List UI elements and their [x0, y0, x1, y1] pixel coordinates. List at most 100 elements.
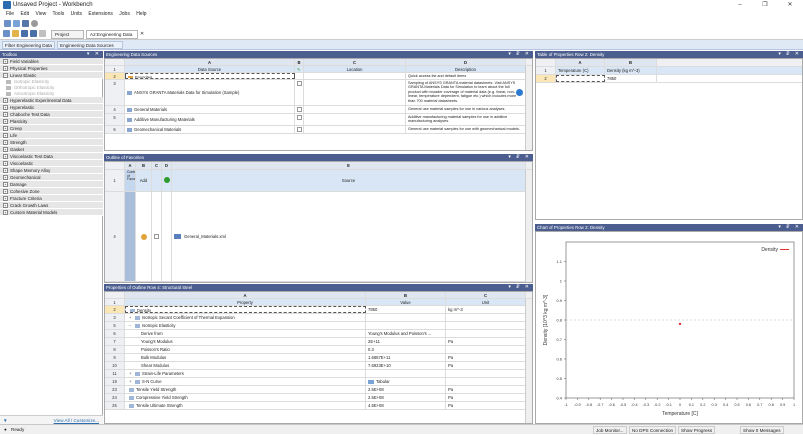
expand-icon[interactable]: +: [3, 175, 8, 180]
expand-icon[interactable]: +: [3, 140, 8, 145]
menu-help[interactable]: Help: [136, 11, 146, 17]
show-progress-button[interactable]: Show Progress: [678, 426, 716, 434]
toolbox-group[interactable]: + Viscoelastic: [0, 160, 103, 167]
checkbox[interactable]: [297, 115, 302, 121]
property-row[interactable]: 2 Density 7850 kg m^-3: [105, 306, 532, 314]
toolbox-group[interactable]: + Field Variables: [0, 58, 103, 65]
favorites-item-row[interactable]: 4 General_Materials.xml: [105, 192, 532, 282]
expand-icon[interactable]: +: [3, 168, 8, 173]
property-value-cell[interactable]: [366, 322, 446, 329]
expand-icon[interactable]: +: [3, 161, 8, 166]
toolbox-group[interactable]: + Geomechanical: [0, 174, 103, 181]
sources-row[interactable]: 2 Favorites Quick access list and default …: [105, 73, 532, 80]
panel-pin-icon[interactable]: ▾ ₽ ✕: [508, 51, 531, 58]
filter-engineering-data-button[interactable]: Filter Engineering Data: [2, 41, 55, 49]
property-name-cell[interactable]: + S-N Curve: [125, 378, 366, 385]
property-name-cell[interactable]: + Isotropic Secant Coefficient of Thermal…: [125, 314, 366, 321]
menu-file[interactable]: File: [6, 11, 14, 17]
favorites-scrollbar[interactable]: [525, 170, 532, 282]
expand-icon[interactable]: +: [3, 182, 8, 187]
property-row[interactable]: 9 Bulk Modulus 1.6667E+11 Pa: [105, 354, 532, 362]
expand-icon[interactable]: +: [3, 196, 8, 201]
toolbox-group[interactable]: + Plasticity: [0, 118, 103, 125]
refresh-icon[interactable]: [31, 20, 38, 27]
property-unit[interactable]: kg m^-3: [446, 306, 526, 313]
density-value-cell[interactable]: 7850: [605, 75, 657, 82]
property-value-cell[interactable]: 7850: [366, 306, 446, 313]
toolbox-group[interactable]: + Hyperelastic: [0, 104, 103, 111]
expand-icon[interactable]: +: [3, 66, 8, 71]
granta-info-icon[interactable]: [516, 89, 523, 96]
property-unit[interactable]: [446, 370, 526, 377]
source-checkbox-cell[interactable]: [295, 80, 304, 105]
show-messages-button[interactable]: Show 0 Messages: [740, 426, 784, 434]
checkbox[interactable]: [297, 127, 302, 133]
property-value-cell[interactable]: 2.5E+08: [366, 386, 446, 393]
property-unit[interactable]: Pa: [446, 354, 526, 361]
property-row[interactable]: 11 + Strain-Life Parameters: [105, 370, 532, 378]
property-row[interactable]: 3 + Isotropic Secant Coefficient of Therma…: [105, 314, 532, 322]
location-cell[interactable]: [304, 126, 406, 133]
property-unit[interactable]: [446, 378, 526, 385]
contents-cell[interactable]: [125, 192, 136, 281]
data-source-cell[interactable]: General Materials: [125, 106, 295, 113]
toolbox-group[interactable]: + Gasket: [0, 146, 103, 153]
expand-icon[interactable]: +: [3, 105, 8, 110]
source-cell[interactable]: General_Materials.xml: [172, 192, 526, 281]
property-value-cell[interactable]: 0.3: [366, 346, 446, 353]
property-value-cell[interactable]: 7.6923E+10: [366, 362, 446, 369]
new-project-icon[interactable]: [3, 30, 10, 37]
property-name-cell[interactable]: Poisson's Ratio: [125, 346, 366, 353]
checkbox[interactable]: [154, 234, 159, 240]
source-checkbox-cell[interactable]: [295, 106, 304, 113]
property-row[interactable]: 19 + S-N Curve Tabular: [105, 378, 532, 386]
property-value-cell[interactable]: 1.6667E+11: [366, 354, 446, 361]
job-monitor-button[interactable]: Job Monitor...: [593, 426, 627, 434]
toolbox-group[interactable]: + Custom Material Models: [0, 209, 103, 216]
temperature-header[interactable]: Temperature (C): [556, 67, 605, 74]
menu-jobs[interactable]: Jobs: [119, 11, 130, 17]
expand-icon[interactable]: +: [3, 189, 8, 194]
save-as-icon[interactable]: [30, 30, 37, 37]
sources-row[interactable]: 3 ANSYS GRANTA Materials Data for Simulat…: [105, 80, 532, 106]
checkbox[interactable]: [297, 81, 302, 87]
property-value-cell[interactable]: 2E+11: [366, 338, 446, 345]
menu-view[interactable]: View: [35, 11, 46, 17]
c-cell[interactable]: [152, 192, 162, 281]
source-checkbox-cell[interactable]: [295, 126, 304, 133]
density-header[interactable]: Density (kg m^-3): [605, 67, 657, 74]
toolbox-group[interactable]: + Cohesive Zone: [0, 188, 103, 195]
property-unit[interactable]: Pa: [446, 402, 526, 409]
property-row[interactable]: 5− Isotropic Elasticity: [105, 322, 532, 330]
location-cell[interactable]: [304, 80, 406, 105]
checkbox[interactable]: [297, 107, 302, 113]
expand-icon[interactable]: +: [129, 315, 134, 320]
toolbox-group[interactable]: + Hyperelastic Experimental Data: [0, 97, 103, 104]
menu-units[interactable]: Units: [71, 11, 82, 17]
save-project-icon[interactable]: [21, 30, 28, 37]
property-unit[interactable]: Pa: [446, 386, 526, 393]
expand-icon[interactable]: +: [3, 203, 8, 208]
menu-edit[interactable]: Edit: [20, 11, 29, 17]
menu-extensions[interactable]: Extensions: [88, 11, 112, 17]
property-name-cell[interactable]: Tensile Yield Strength: [125, 386, 366, 393]
sources-row[interactable]: 6 Geomechanical Materials General use mate…: [105, 126, 532, 134]
expand-icon[interactable]: +: [3, 126, 8, 131]
expand-icon[interactable]: +: [3, 147, 8, 152]
expand-icon[interactable]: +: [3, 112, 8, 117]
property-name-cell[interactable]: Compressive Yield Strength: [125, 394, 366, 401]
property-name-cell[interactable]: + Strain-Life Parameters: [125, 370, 366, 377]
data-source-cell[interactable]: Favorites: [125, 73, 295, 79]
property-unit[interactable]: Pa: [446, 362, 526, 369]
source-checkbox-cell[interactable]: [295, 73, 304, 79]
sources-row[interactable]: 1 Data Source ✎ Location Description: [105, 66, 532, 73]
toolbox-group[interactable]: + Fracture Criteria: [0, 195, 103, 202]
property-value-cell[interactable]: 2.5E+08: [366, 394, 446, 401]
panel-pin-icon[interactable]: ▾ ₽ ✕: [508, 284, 531, 291]
open-project-icon[interactable]: [12, 30, 19, 37]
expand-icon[interactable]: +: [3, 133, 8, 138]
property-value-cell[interactable]: [366, 314, 446, 321]
property-row[interactable]: 7 Young's Modulus 2E+11 Pa: [105, 338, 532, 346]
tab-project[interactable]: Project: [51, 30, 84, 39]
props-scrollbar[interactable]: [525, 299, 532, 423]
